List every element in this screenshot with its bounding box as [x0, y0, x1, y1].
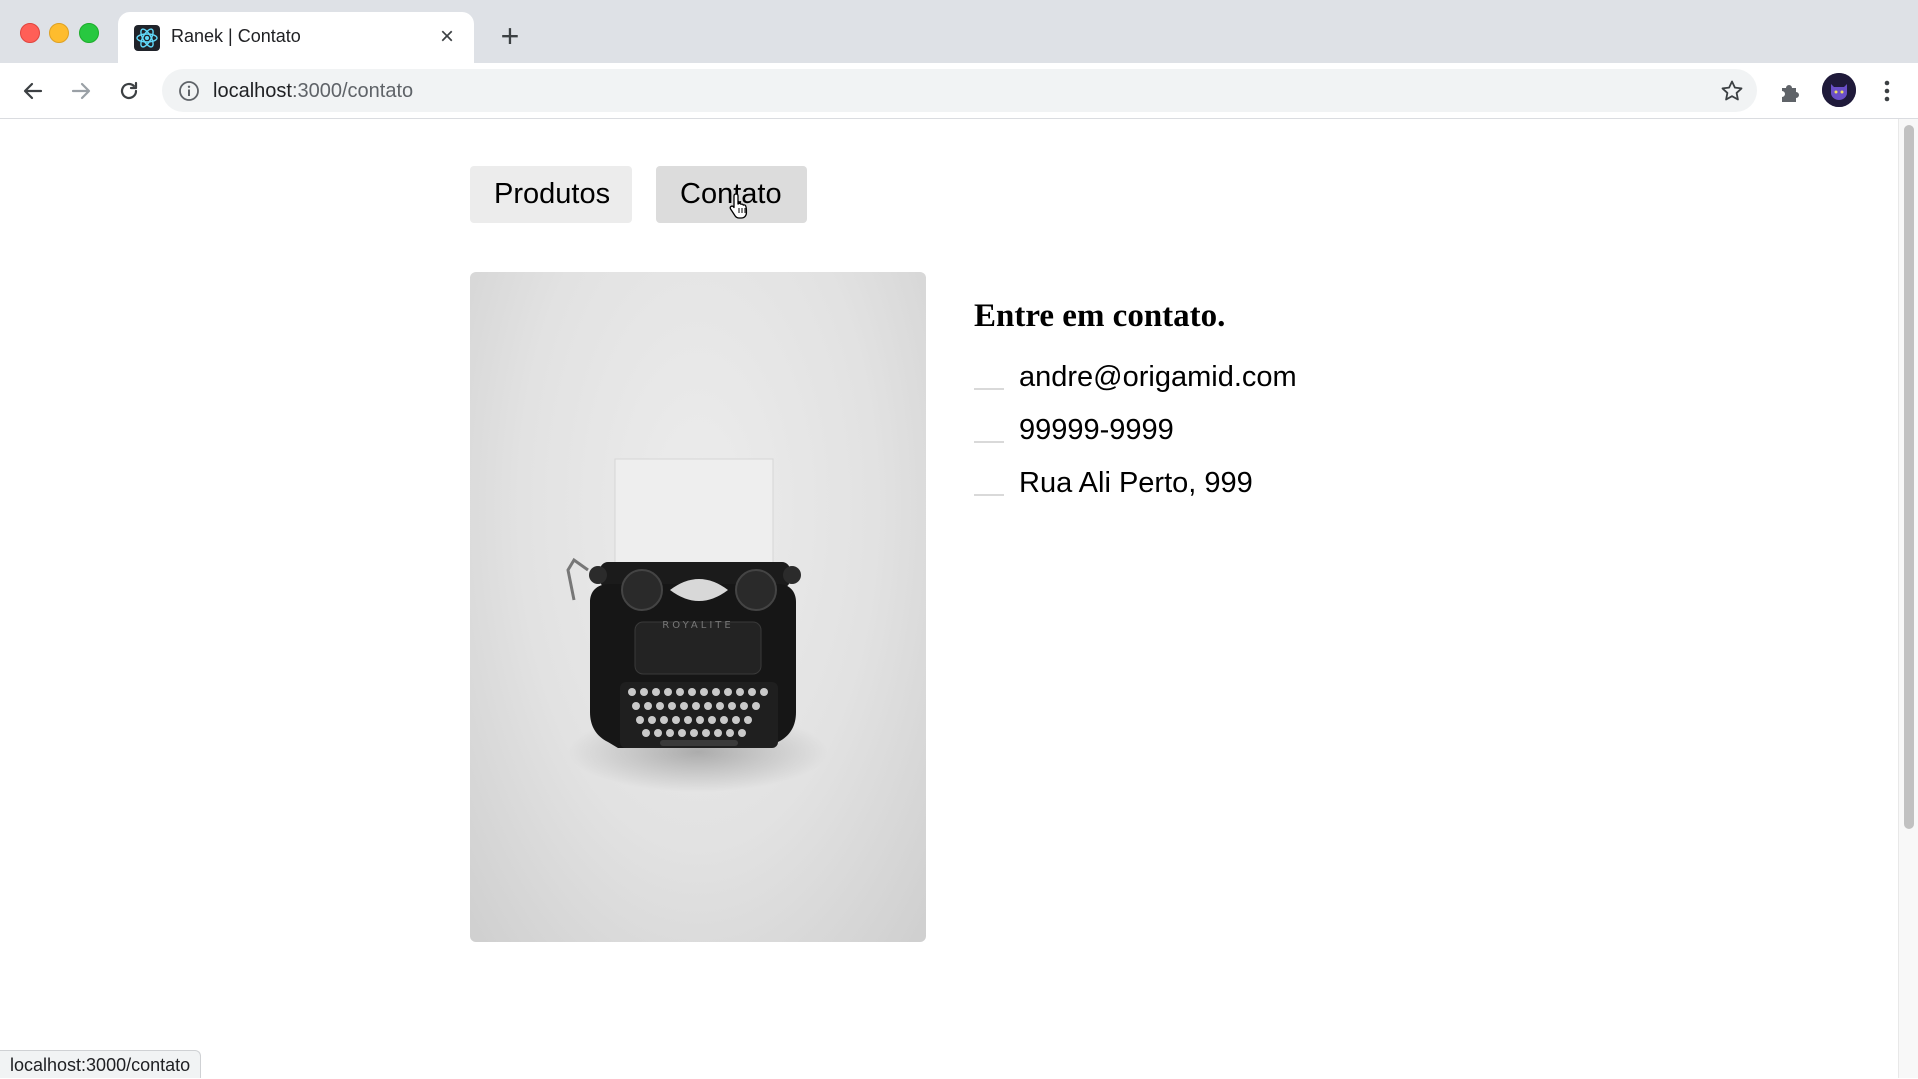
url-host: localhost [213, 80, 292, 102]
reload-button[interactable] [112, 74, 146, 108]
typewriter-illustration: ROYALITE [566, 458, 828, 792]
contact-address-text: Rua Ali Perto, 999 [1019, 467, 1253, 499]
address-bar[interactable]: localhost:3000/contato [162, 69, 1757, 112]
contact-phone-text: 99999-9999 [1019, 414, 1174, 446]
forward-button[interactable] [64, 74, 98, 108]
tab-close-icon[interactable]: × [434, 24, 460, 50]
address-url: localhost:3000/contato [213, 80, 413, 103]
react-atom-icon [134, 25, 160, 51]
new-tab-button[interactable]: + [494, 20, 526, 52]
contact-email-text: andre@origamid.com [1019, 361, 1297, 393]
nav-produtos-button[interactable]: Produtos [470, 166, 632, 223]
page-viewport: Produtos Contato ROYALITE Entre em conta… [0, 119, 1898, 1078]
window-zoom-button[interactable] [79, 23, 99, 43]
reload-icon [120, 81, 138, 100]
browser-tab-active[interactable]: Ranek | Contato × [118, 12, 474, 63]
arrow-right-icon [71, 82, 91, 100]
back-button[interactable] [16, 74, 50, 108]
window-close-button[interactable] [20, 23, 40, 43]
page-scrollbar[interactable] [1898, 119, 1918, 1078]
browser-toolbar: localhost:3000/contato [0, 63, 1918, 119]
list-dash [974, 388, 1004, 390]
list-dash [974, 441, 1004, 443]
browser-tabstrip: Ranek | Contato × + [0, 0, 1918, 63]
link-status-bar: localhost:3000/contato [0, 1050, 202, 1078]
avatar[interactable] [1822, 73, 1856, 107]
tab-title: Ranek | Contato [171, 26, 301, 46]
typewriter-image: ROYALITE [470, 272, 926, 942]
list-dash [974, 494, 1004, 496]
profile-cat-icon [1822, 73, 1856, 107]
star-icon[interactable] [1719, 78, 1745, 104]
url-path: :3000/contato [291, 80, 414, 102]
svg-text:ROYALITE: ROYALITE [662, 620, 733, 631]
kebab-menu-icon[interactable] [1874, 77, 1900, 105]
info-icon[interactable] [178, 80, 200, 102]
arrow-left-icon [23, 82, 43, 100]
contact-heading: Entre em contato. [974, 298, 1226, 334]
window-minimize-button[interactable] [49, 23, 69, 43]
hand-cursor-icon [729, 193, 748, 219]
puzzle-icon[interactable] [1777, 79, 1803, 105]
scrollbar-thumb[interactable] [1904, 125, 1914, 829]
